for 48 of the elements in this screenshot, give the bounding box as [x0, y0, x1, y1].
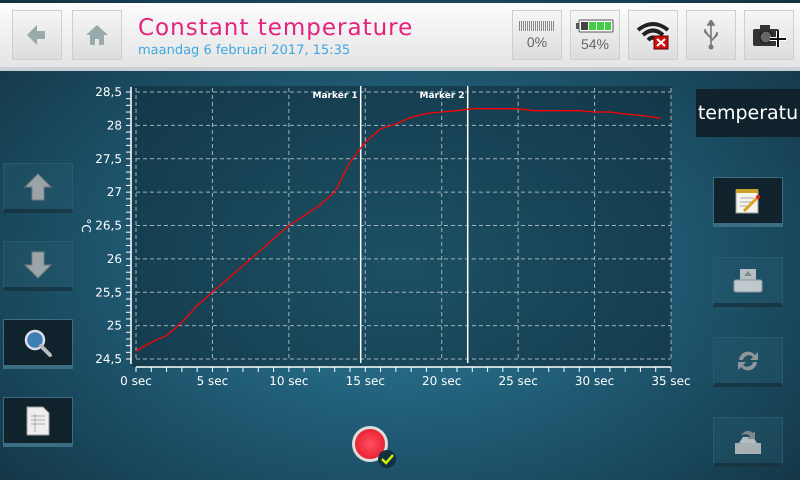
x-tick-label: 20 sec: [422, 374, 462, 388]
y-tick-label: 28: [106, 118, 122, 132]
y-axis-label: °C: [79, 218, 93, 233]
battery-icon: [576, 18, 614, 32]
marker-line[interactable]: [360, 86, 362, 363]
wifi-error-icon: [636, 20, 670, 50]
notepad-pencil-icon: [734, 186, 762, 214]
report-button[interactable]: [3, 397, 73, 447]
status-reading: 54%: [580, 36, 610, 52]
y-tick-label: 25: [106, 318, 122, 333]
battery-status-button[interactable]: 54%: [570, 10, 620, 60]
print-icon: [733, 268, 763, 294]
gauge-status-button[interactable]: 0%: [512, 10, 562, 60]
x-tick-label: 5 sec: [196, 374, 228, 388]
marker-label: Marker 2: [420, 91, 465, 101]
y-tick-label: 26: [106, 252, 122, 266]
date-time: maandag 6 februari 2017, 15:35: [138, 42, 352, 58]
x-tick-label: 30 sec: [574, 374, 614, 388]
status-reading: 0%: [526, 34, 548, 50]
y-tick-label: 28,5: [95, 85, 122, 99]
down-arrow-icon: [24, 250, 52, 278]
wifi-status-button[interactable]: [628, 10, 678, 60]
x-tick-label: 25 sec: [498, 374, 538, 388]
back-arrow-icon: [27, 24, 47, 46]
y-tick-label: 26,5: [95, 218, 122, 232]
marker-label: Marker 1: [312, 91, 358, 101]
home-icon: [85, 24, 109, 46]
zoom-icon: [24, 328, 52, 356]
y-tick-label: 27: [106, 185, 122, 200]
camera-status-button[interactable]: [744, 10, 794, 60]
screen-title: Constant temperature: [138, 14, 414, 42]
y-tick-label: 27,5: [95, 152, 122, 166]
record-button[interactable]: [352, 426, 388, 462]
marker-line[interactable]: [466, 86, 468, 363]
x-tick-label: 35 sec: [651, 374, 691, 388]
channel-label[interactable]: temperatu: [696, 89, 800, 137]
x-tick-label: 15 sec: [346, 374, 385, 388]
up-arrow-icon: [24, 172, 52, 200]
notes-button[interactable]: [713, 177, 783, 227]
usb-icon: [703, 20, 719, 50]
y-tick-label: 24,5: [95, 352, 122, 366]
zoom-button[interactable]: [3, 319, 73, 369]
usb-status-button[interactable]: [686, 10, 736, 60]
x-tick-label: 0 sec: [120, 374, 152, 388]
signal-bars-icon: [519, 20, 555, 30]
document-icon: [26, 406, 50, 436]
y-tick-label: 25,5: [95, 285, 122, 300]
x-tick-label: 10 sec: [269, 374, 309, 388]
